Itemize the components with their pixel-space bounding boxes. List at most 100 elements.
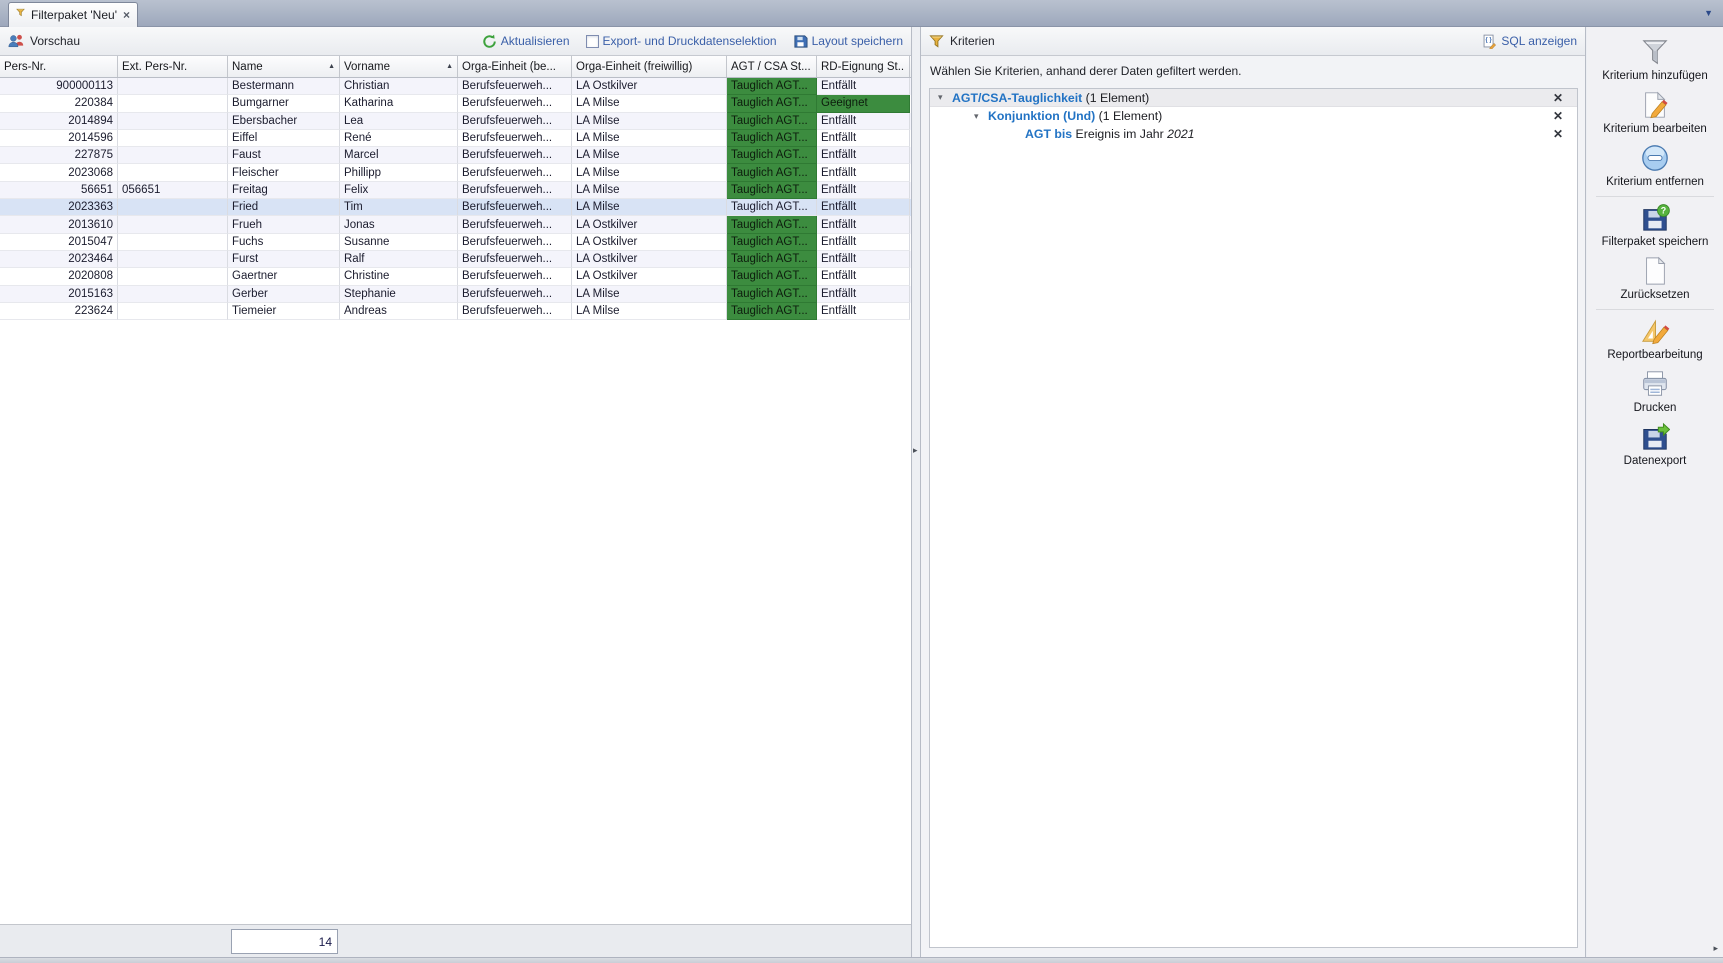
cell-name[interactable]: Gerber <box>228 286 340 303</box>
cell-pers[interactable]: 227875 <box>0 147 118 164</box>
cell-pers[interactable]: 2023068 <box>0 164 118 181</box>
cell-orga_be[interactable]: Berufsfeuerweh... <box>458 164 572 181</box>
cell-vorname[interactable]: Ralf <box>340 251 458 268</box>
cell-ext[interactable] <box>118 251 228 268</box>
table-row[interactable]: 2023464FurstRalfBerufsfeuerweh...LA Ostk… <box>0 251 911 268</box>
table-row[interactable]: 2020808GaertnerChristineBerufsfeuerweh..… <box>0 268 911 285</box>
cell-name[interactable]: Freitag <box>228 182 340 199</box>
cell-orga_be[interactable]: Berufsfeuerweh... <box>458 130 572 147</box>
remove-criterion-icon[interactable]: ✕ <box>1553 109 1563 123</box>
column-header-orga_be[interactable]: Orga-Einheit (be... <box>458 56 572 77</box>
cell-rd[interactable]: Entfällt <box>817 268 910 285</box>
sidebar-corner-arrow-icon[interactable]: ▸ <box>1713 943 1718 954</box>
cell-name[interactable]: Bestermann <box>228 78 340 95</box>
cell-ext[interactable] <box>118 268 228 285</box>
cell-vorname[interactable]: Susanne <box>340 234 458 251</box>
cell-orga_frei[interactable]: LA Milse <box>572 164 727 181</box>
cell-agt[interactable]: Tauglich AGT... <box>727 251 817 268</box>
cell-agt[interactable]: Tauglich AGT... <box>727 95 817 112</box>
cell-name[interactable]: Fleischer <box>228 164 340 181</box>
cell-vorname[interactable]: Christine <box>340 268 458 285</box>
cell-pers[interactable]: 2014894 <box>0 113 118 130</box>
cell-ext[interactable] <box>118 234 228 251</box>
panel-splitter[interactable]: ▸ <box>913 27 921 957</box>
cell-orga_be[interactable]: Berufsfeuerweh... <box>458 78 572 95</box>
cell-ext[interactable] <box>118 130 228 147</box>
cell-pers[interactable]: 2014596 <box>0 130 118 147</box>
cell-name[interactable]: Furst <box>228 251 340 268</box>
cell-orga_frei[interactable]: LA Ostkilver <box>572 78 727 95</box>
cell-orga_be[interactable]: Berufsfeuerweh... <box>458 286 572 303</box>
criteria-tree-item[interactable]: ▾Konjunktion (Und) (1 Element)✕ <box>930 107 1577 125</box>
cell-vorname[interactable]: René <box>340 130 458 147</box>
cell-agt[interactable]: Tauglich AGT... <box>727 268 817 285</box>
cell-orga_frei[interactable]: LA Milse <box>572 95 727 112</box>
cell-vorname[interactable]: Jonas <box>340 216 458 233</box>
column-header-vorname[interactable]: Vorname▲ <box>340 56 458 77</box>
cell-orga_frei[interactable]: LA Milse <box>572 303 727 320</box>
splitter-collapse-icon[interactable]: ▸ <box>913 445 918 456</box>
cell-orga_frei[interactable]: LA Milse <box>572 130 727 147</box>
table-row[interactable]: 220384BumgarnerKatharinaBerufsfeuerweh..… <box>0 95 911 112</box>
cell-agt[interactable]: Tauglich AGT... <box>727 303 817 320</box>
table-row[interactable]: 227875FaustMarcelBerufsfeuerweh...LA Mil… <box>0 147 911 164</box>
table-row[interactable]: 2023363FriedTimBerufsfeuerweh...LA Milse… <box>0 199 911 216</box>
table-row[interactable]: 56651056651FreitagFelixBerufsfeuerweh...… <box>0 182 911 199</box>
cell-orga_be[interactable]: Berufsfeuerweh... <box>458 113 572 130</box>
cell-orga_be[interactable]: Berufsfeuerweh... <box>458 95 572 112</box>
column-header-name[interactable]: Name▲ <box>228 56 340 77</box>
cell-pers[interactable]: 900000113 <box>0 78 118 95</box>
cell-ext[interactable] <box>118 147 228 164</box>
cell-name[interactable]: Faust <box>228 147 340 164</box>
tab-close-icon[interactable]: × <box>123 9 130 21</box>
cell-vorname[interactable]: Katharina <box>340 95 458 112</box>
cell-vorname[interactable]: Christian <box>340 78 458 95</box>
column-header-agt[interactable]: AGT / CSA St... <box>727 56 817 77</box>
show-sql-button[interactable]: { } SQL anzeigen <box>1482 34 1577 49</box>
cell-vorname[interactable]: Lea <box>340 113 458 130</box>
cell-vorname[interactable]: Marcel <box>340 147 458 164</box>
cell-name[interactable]: Bumgarner <box>228 95 340 112</box>
cell-vorname[interactable]: Tim <box>340 199 458 216</box>
cell-pers[interactable]: 223624 <box>0 303 118 320</box>
cell-ext[interactable] <box>118 216 228 233</box>
tree-expander-icon[interactable]: ▾ <box>938 92 952 103</box>
criteria-tree-item[interactable]: AGT bis Ereignis im Jahr 2021✕ <box>930 125 1577 143</box>
cell-rd[interactable]: Entfällt <box>817 251 910 268</box>
cell-orga_be[interactable]: Berufsfeuerweh... <box>458 303 572 320</box>
tree-expander-icon[interactable]: ▾ <box>974 111 988 122</box>
cell-orga_frei[interactable]: LA Ostkilver <box>572 234 727 251</box>
tab-overflow-arrow-icon[interactable]: ▼ <box>1704 8 1713 18</box>
cell-rd[interactable]: Entfällt <box>817 78 910 95</box>
table-row[interactable]: 2015047FuchsSusanneBerufsfeuerweh...LA O… <box>0 234 911 251</box>
cell-orga_frei[interactable]: LA Ostkilver <box>572 268 727 285</box>
cell-rd[interactable]: Entfällt <box>817 164 910 181</box>
cell-pers[interactable]: 2013610 <box>0 216 118 233</box>
cell-name[interactable]: Fried <box>228 199 340 216</box>
cell-pers[interactable]: 2020808 <box>0 268 118 285</box>
criteria-tree-item[interactable]: ▾AGT/CSA-Tauglichkeit (1 Element)✕ <box>930 89 1577 107</box>
cell-orga_be[interactable]: Berufsfeuerweh... <box>458 216 572 233</box>
filterpaket-speichern-button[interactable]: ?Filterpaket speichern <box>1587 200 1723 253</box>
table-row[interactable]: 223624TiemeierAndreasBerufsfeuerweh...LA… <box>0 303 911 320</box>
cell-ext[interactable] <box>118 164 228 181</box>
cell-rd[interactable]: Entfällt <box>817 182 910 199</box>
column-header-orga_frei[interactable]: Orga-Einheit (freiwillig) <box>572 56 727 77</box>
cell-agt[interactable]: Tauglich AGT... <box>727 164 817 181</box>
cell-orga_be[interactable]: Berufsfeuerweh... <box>458 199 572 216</box>
zurücksetzen-button[interactable]: Zurücksetzen <box>1587 253 1723 306</box>
cell-rd[interactable]: Entfällt <box>817 286 910 303</box>
cell-orga_be[interactable]: Berufsfeuerweh... <box>458 234 572 251</box>
cell-pers[interactable]: 2015047 <box>0 234 118 251</box>
tab-filterpaket-neu[interactable]: Filterpaket 'Neu' × <box>8 2 138 27</box>
cell-rd[interactable]: Entfällt <box>817 147 910 164</box>
refresh-button[interactable]: Aktualisieren <box>482 34 570 49</box>
cell-pers[interactable]: 2015163 <box>0 286 118 303</box>
cell-rd[interactable]: Entfällt <box>817 113 910 130</box>
remove-criterion-icon[interactable]: ✕ <box>1553 127 1563 141</box>
cell-ext[interactable]: 056651 <box>118 182 228 199</box>
cell-orga_be[interactable]: Berufsfeuerweh... <box>458 182 572 199</box>
cell-name[interactable]: Gaertner <box>228 268 340 285</box>
checkbox-icon[interactable] <box>586 35 599 48</box>
cell-ext[interactable] <box>118 113 228 130</box>
